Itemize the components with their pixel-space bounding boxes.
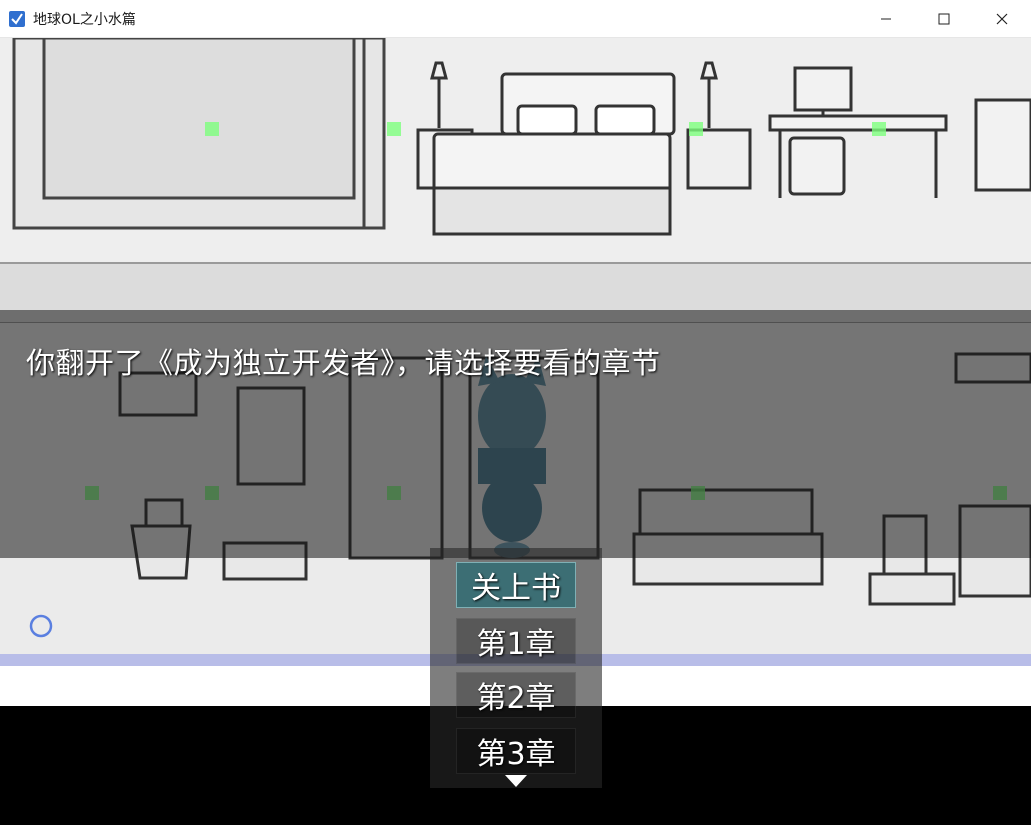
close-button[interactable] xyxy=(973,0,1031,38)
touch-cursor-icon xyxy=(29,614,53,638)
maximize-button[interactable] xyxy=(915,0,973,38)
event-marker xyxy=(872,122,886,136)
minimize-icon xyxy=(881,18,891,20)
event-marker xyxy=(387,122,401,136)
choice-chapter-1[interactable]: 第1章 xyxy=(456,618,576,664)
wardrobe xyxy=(12,38,386,230)
app-icon xyxy=(9,10,25,27)
maximize-icon xyxy=(938,13,950,25)
close-icon xyxy=(996,13,1008,25)
choice-close-book[interactable]: 关上书 xyxy=(456,562,576,608)
window-titlebar: 地球OL之小水篇 xyxy=(0,0,1031,38)
game-viewport[interactable]: 你翻开了《成为独立开发者》，请选择要看的章节 关上书 第1章 第2章 第3章 xyxy=(0,38,1031,825)
choice-chapter-3[interactable]: 第3章 xyxy=(456,728,576,774)
event-marker xyxy=(205,122,219,136)
event-marker xyxy=(689,122,703,136)
choice-chapter-2[interactable]: 第2章 xyxy=(456,672,576,718)
chevron-down-icon[interactable] xyxy=(505,775,527,787)
message-text: 你翻开了《成为独立开发者》，请选择要看的章节 xyxy=(26,346,661,380)
window-title: 地球OL之小水篇 xyxy=(33,11,136,28)
minimize-button[interactable] xyxy=(857,0,915,38)
